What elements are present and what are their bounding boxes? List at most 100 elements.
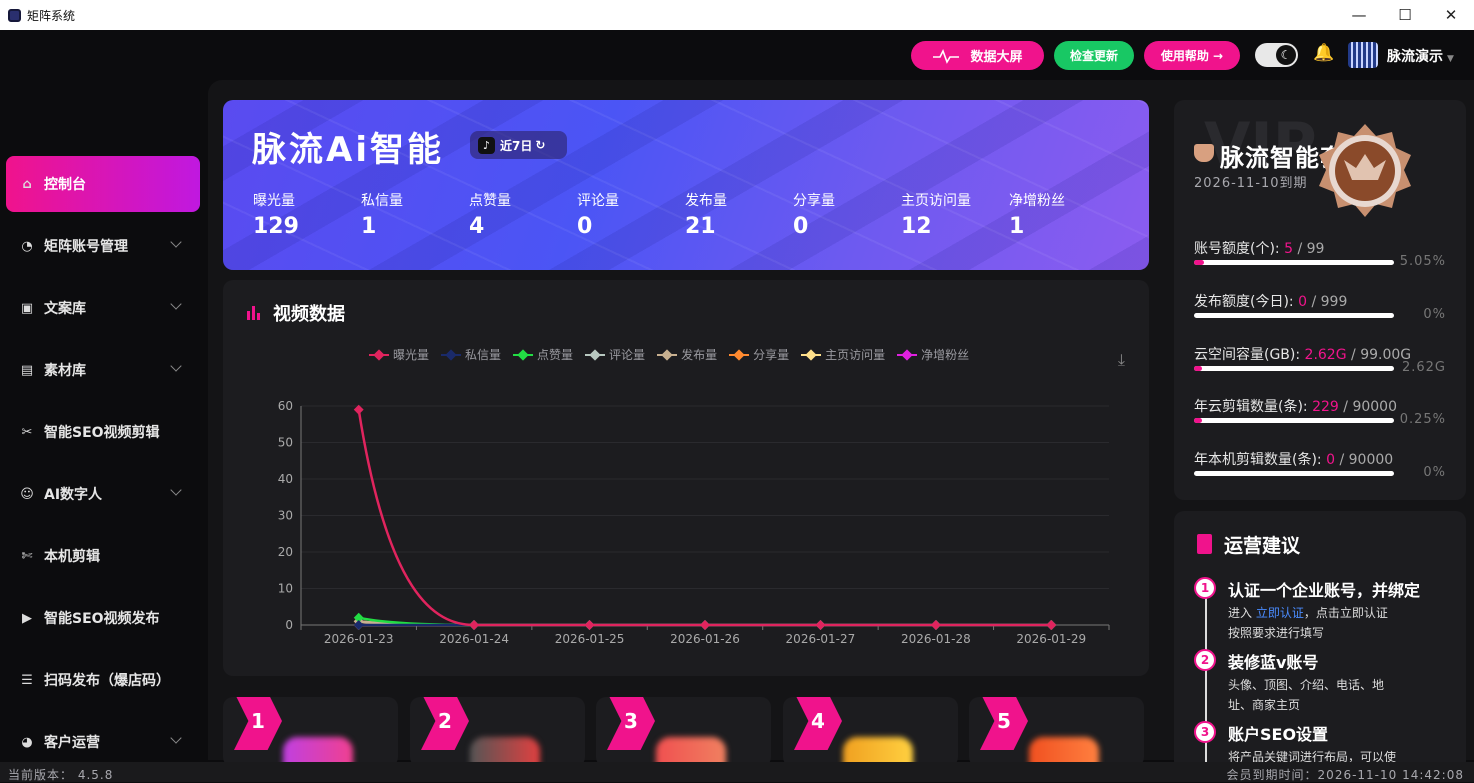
feature-card-3[interactable]: 3 xyxy=(596,697,771,767)
stat-label: 主页访问量 xyxy=(901,193,971,209)
sidebar-item-copy-library[interactable]: ▣ 文案库 xyxy=(6,280,200,336)
stat-label: 发布量 xyxy=(685,193,727,209)
avatar[interactable] xyxy=(1348,42,1378,68)
quota-label: 发布额度(今日): 0 / 999 xyxy=(1194,294,1348,310)
stat-value: 12 xyxy=(901,214,932,239)
chevron-down-icon: ▼ xyxy=(1447,54,1454,64)
sidebar-item-ai-human[interactable]: ☺ AI数字人 xyxy=(6,466,200,522)
quota-percent: 0% xyxy=(1423,465,1446,480)
minimize-button[interactable]: — xyxy=(1336,0,1382,30)
data-point xyxy=(469,620,480,630)
feature-card-2[interactable]: 2 xyxy=(410,697,585,767)
crown-icon xyxy=(1194,144,1214,162)
quota-percent: 0.25% xyxy=(1399,412,1446,427)
stat-comments: 评论量 0 xyxy=(577,190,677,239)
x-tick-label: 2026-01-24 xyxy=(439,632,509,646)
y-tick-label: 30 xyxy=(278,509,293,523)
video-icon: ▶ xyxy=(22,610,32,626)
period-label: 近7日 xyxy=(500,138,533,153)
step-description: 进入 立即认证，点击立即认证 按照要求进行填写 xyxy=(1228,606,1388,640)
quota-progress-bar xyxy=(1194,313,1394,318)
stat-value: 4 xyxy=(469,214,485,239)
quota-row: 发布额度(今日): 0 / 999 0% xyxy=(1194,291,1454,322)
help-button[interactable]: 使用帮助 → xyxy=(1144,41,1240,70)
quota-percent: 0% xyxy=(1423,307,1446,322)
sidebar: ⌂ 控制台 ◔ 矩阵账号管理 ▣ 文案库 ▤ 素材库 ✂ 智能SEO视频剪辑 ☺ AI数字人… xyxy=(0,80,208,760)
book-icon xyxy=(1197,534,1212,554)
chevron-down-icon xyxy=(170,236,182,248)
top-bar: 数据大屏 检查更新 使用帮助 → ☾ 🔔 脉流演示 ▼ xyxy=(0,30,1474,80)
sidebar-item-label: 文案库 xyxy=(44,301,86,317)
step-number: 1 xyxy=(1194,577,1216,599)
card-number: 4 xyxy=(794,697,842,750)
stat-label: 净增粉丝 xyxy=(1009,193,1065,209)
stat-value: 0 xyxy=(577,214,593,239)
sidebar-item-seo-edit[interactable]: ✂ 智能SEO视频剪辑 xyxy=(6,404,200,460)
quota-percent: 5.05% xyxy=(1399,254,1446,269)
feature-card-5[interactable]: 5 xyxy=(969,697,1144,767)
app-icon xyxy=(8,8,21,22)
data-screen-label: 数据大屏 xyxy=(970,50,1023,65)
data-point xyxy=(815,620,826,630)
stat-new-fans: 净增粉丝 1 xyxy=(1009,190,1109,239)
feature-card-1[interactable]: 1 xyxy=(223,697,398,767)
vip-package-card: VIP 脉流智能套餐 2026-11-10到期 账号额度(个): 5 / 99 5… xyxy=(1174,100,1466,500)
bell-icon[interactable]: 🔔 xyxy=(1313,43,1334,63)
quota-progress-bar xyxy=(1194,418,1394,423)
x-tick-label: 2026-01-23 xyxy=(324,632,394,646)
card-number: 2 xyxy=(421,697,469,750)
qr-icon: ☰ xyxy=(21,672,33,688)
feature-card-4[interactable]: 4 xyxy=(783,697,958,767)
x-tick-label: 2026-01-26 xyxy=(670,632,740,646)
advice-title: 运营建议 xyxy=(1224,535,1301,557)
stat-exposure: 曝光量 129 xyxy=(253,190,353,239)
window-titlebar: 矩阵系统 — ☐ ✕ xyxy=(0,0,1474,30)
step-number: 3 xyxy=(1194,721,1216,743)
step-description: 头像、顶图、介绍、电话、地址、商家主页 xyxy=(1228,678,1385,712)
data-point xyxy=(584,620,595,630)
sidebar-item-accounts[interactable]: ◔ 矩阵账号管理 xyxy=(6,218,200,274)
quota-label: 年本机剪辑数量(条): 0 / 90000 xyxy=(1194,452,1394,468)
x-tick-label: 2026-01-25 xyxy=(555,632,625,646)
y-tick-label: 20 xyxy=(278,545,293,559)
data-screen-button[interactable]: 数据大屏 xyxy=(911,41,1044,70)
y-tick-label: 50 xyxy=(278,436,293,450)
sidebar-item-local-edit[interactable]: ✄ 本机剪辑 xyxy=(6,528,200,584)
sidebar-item-seo-publish[interactable]: ▶ 智能SEO视频发布 xyxy=(6,590,200,646)
user-name[interactable]: 脉流演示 ▼ xyxy=(1387,46,1454,66)
period-selector[interactable]: ♪ 近7日 ↻ xyxy=(470,131,567,159)
stat-value: 1 xyxy=(1009,214,1025,239)
data-point xyxy=(1046,620,1057,630)
status-bar: 当前版本： 4.5.8 会员到期时间：2026-11-10 14:42:08 xyxy=(0,762,1474,782)
refresh-icon: ↻ xyxy=(535,138,546,152)
stat-value: 1 xyxy=(361,214,377,239)
quota-row: 年本机剪辑数量(条): 0 / 90000 0% xyxy=(1194,449,1454,480)
sidebar-item-console[interactable]: ⌂ 控制台 xyxy=(6,156,200,212)
dashboard-icon: ◔ xyxy=(21,238,33,254)
stat-label: 点赞量 xyxy=(469,193,511,209)
step-title: 认证一个企业账号，并绑定 xyxy=(1228,581,1421,600)
stat-value: 0 xyxy=(793,214,809,239)
pulse-icon xyxy=(933,48,960,64)
sidebar-item-label: 素材库 xyxy=(44,363,86,379)
sidebar-item-qr-publish[interactable]: ☰ 扫码发布（爆店码） xyxy=(6,652,200,708)
chevron-down-icon xyxy=(170,298,182,310)
sidebar-item-label: 本机剪辑 xyxy=(44,549,100,565)
moon-icon: ☾ xyxy=(1276,45,1296,65)
stat-label: 评论量 xyxy=(577,193,619,209)
check-update-button[interactable]: 检查更新 xyxy=(1054,41,1134,70)
video-data-card: 视频数据 曝光量 私信量 点赞量 评论量 发布量 分享量 主页访问量 净增粉丝 ⤓ 0 10 20… xyxy=(223,280,1149,676)
brand-title: 脉流Ai智能 xyxy=(252,130,444,170)
window-title: 矩阵系统 xyxy=(27,8,76,23)
sidebar-item-material-library[interactable]: ▤ 素材库 xyxy=(6,342,200,398)
tiktok-icon: ♪ xyxy=(478,136,495,154)
line-chart: 0 10 20 30 40 50 60 2026-01-23 2026-01-24 2026-01… xyxy=(278,399,1110,646)
medal-icon xyxy=(1319,124,1411,217)
maximize-button[interactable]: ☐ xyxy=(1382,0,1428,30)
verify-link[interactable]: 立即认证 xyxy=(1256,606,1304,620)
chevron-down-icon xyxy=(170,360,182,372)
close-button[interactable]: ✕ xyxy=(1428,0,1474,30)
step-title: 账户SEO设置 xyxy=(1228,725,1329,744)
theme-toggle[interactable]: ☾ xyxy=(1255,43,1298,67)
x-tick-label: 2026-01-29 xyxy=(1016,632,1086,646)
